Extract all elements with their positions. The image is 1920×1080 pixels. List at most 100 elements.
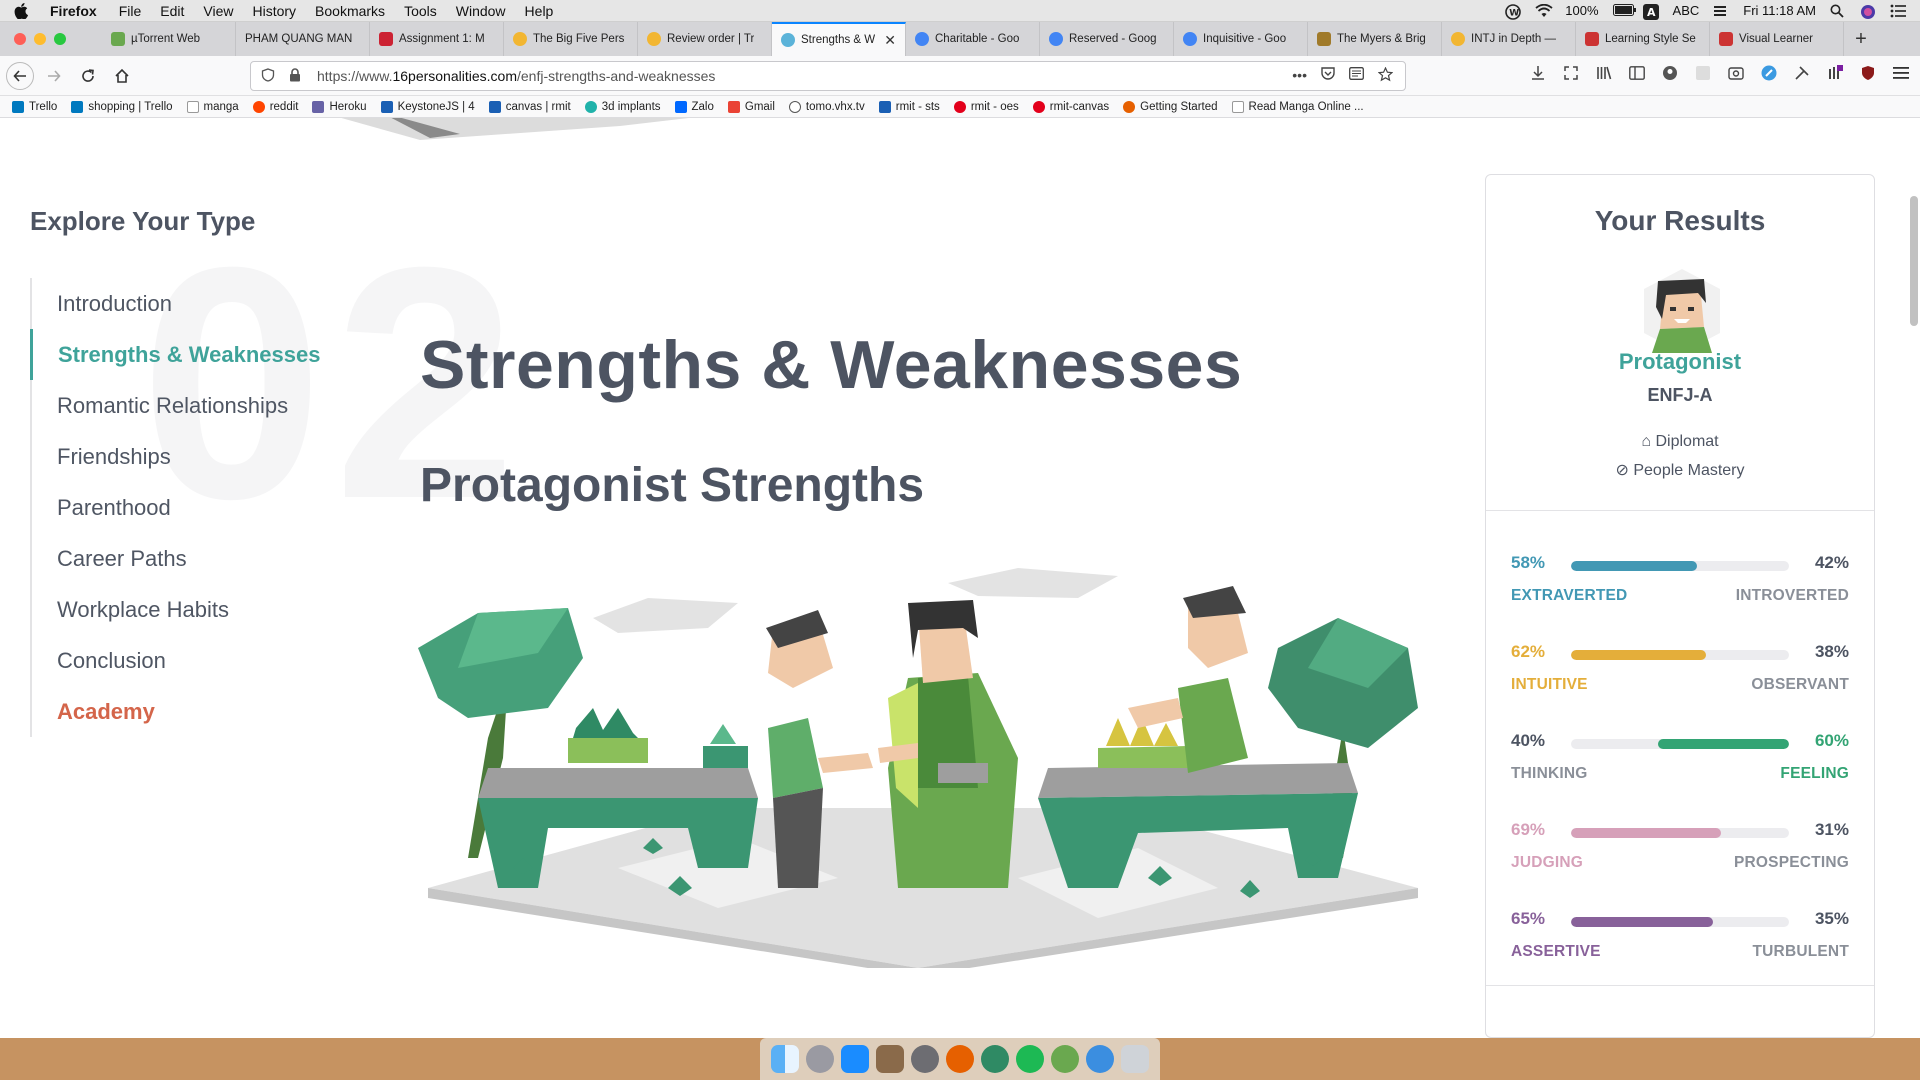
- screenshot-icon[interactable]: [1727, 64, 1745, 82]
- reload-button[interactable]: [74, 62, 102, 90]
- menu-help[interactable]: Help: [525, 3, 554, 19]
- tab-charitable[interactable]: Charitable - Goo: [906, 22, 1040, 56]
- minimize-window-button[interactable]: [34, 33, 46, 45]
- sidebar-item-conclusion[interactable]: Conclusion: [32, 635, 320, 686]
- sidebar-item-romantic-relationships[interactable]: Romantic Relationships: [32, 380, 320, 431]
- menu-view[interactable]: View: [203, 3, 233, 19]
- bookmark-tomo[interactable]: tomo.vhx.tv: [788, 100, 865, 113]
- sidebar-item-strengths-weaknesses[interactable]: Strengths & Weaknesses: [30, 329, 320, 380]
- tab-review-order[interactable]: Review order | Tr: [638, 22, 772, 56]
- tab-assignment[interactable]: Assignment 1: M: [370, 22, 504, 56]
- vpn-icon[interactable]: [1085, 1045, 1114, 1073]
- menu-history[interactable]: History: [252, 3, 296, 19]
- bookmark-rmit-oes[interactable]: rmit - oes: [953, 100, 1019, 113]
- close-window-button[interactable]: [14, 33, 26, 45]
- page-actions-icon[interactable]: •••: [1292, 67, 1307, 85]
- pocket-icon[interactable]: [1321, 67, 1335, 85]
- hamburger-menu-icon[interactable]: [1892, 64, 1910, 82]
- apple-menu-icon[interactable]: [14, 2, 30, 20]
- sidebar-item-parenthood[interactable]: Parenthood: [32, 482, 320, 533]
- bar-extension-icon[interactable]: [1826, 64, 1844, 82]
- downloads-icon[interactable]: [1529, 64, 1547, 82]
- menu-window[interactable]: Window: [456, 3, 506, 19]
- menu-file[interactable]: File: [119, 3, 142, 19]
- control-icon[interactable]: [1713, 4, 1729, 18]
- menu-app-name[interactable]: Firefox: [50, 3, 97, 19]
- extension-grey-icon[interactable]: [1694, 64, 1712, 82]
- wordpress-icon[interactable]: W: [1505, 3, 1522, 20]
- tab-utorrent[interactable]: µTorrent Web: [102, 22, 236, 56]
- notification-center-icon[interactable]: [1890, 4, 1906, 18]
- fullscreen-icon[interactable]: [1562, 64, 1580, 82]
- sidebar-item-workplace-habits[interactable]: Workplace Habits: [32, 584, 320, 635]
- bookmark-reddit[interactable]: reddit: [252, 100, 298, 113]
- back-button[interactable]: [6, 61, 34, 90]
- battery-icon[interactable]: [1612, 3, 1636, 18]
- menu-tools[interactable]: Tools: [404, 3, 437, 19]
- launchpad-icon[interactable]: [806, 1045, 835, 1073]
- clock[interactable]: Fri 11:18 AM: [1743, 3, 1816, 18]
- bookmark-keystonejs[interactable]: KeystoneJS | 4: [380, 100, 475, 113]
- ublock-icon[interactable]: [1859, 64, 1877, 82]
- account-icon[interactable]: [1661, 64, 1679, 82]
- bookmark-manga[interactable]: manga: [186, 100, 239, 113]
- tab-myers-briggs[interactable]: The Myers & Brig: [1308, 22, 1442, 56]
- sidebar-item-academy[interactable]: Academy: [32, 686, 320, 737]
- tab-visual-learner[interactable]: Visual Learner: [1710, 22, 1844, 56]
- finder-icon[interactable]: [771, 1045, 800, 1073]
- wifi-icon[interactable]: [1535, 3, 1553, 18]
- bookmark-rmit-canvas[interactable]: rmit-canvas: [1032, 100, 1109, 113]
- music-tools-icon[interactable]: [876, 1045, 905, 1073]
- tracking-shield-icon[interactable]: [261, 67, 279, 85]
- tab-intj[interactable]: INTJ in Depth —: [1442, 22, 1576, 56]
- bookmark-3d-implants[interactable]: 3d implants: [584, 100, 661, 113]
- bookmark-trello[interactable]: Trello: [12, 100, 57, 113]
- system-preferences-icon[interactable]: [911, 1045, 940, 1073]
- tools-extension-icon[interactable]: [1793, 64, 1811, 82]
- app-icon[interactable]: [980, 1045, 1009, 1073]
- sidebar-item-friendships[interactable]: Friendships: [32, 431, 320, 482]
- menu-bookmarks[interactable]: Bookmarks: [315, 3, 385, 19]
- tab-learning-style[interactable]: Learning Style Se: [1576, 22, 1710, 56]
- spotify-icon[interactable]: [1015, 1045, 1044, 1073]
- reader-view-icon[interactable]: [1349, 67, 1364, 85]
- forward-button[interactable]: [40, 62, 68, 90]
- bookmark-getting-started[interactable]: Getting Started: [1123, 100, 1218, 113]
- trash-icon[interactable]: [1120, 1045, 1149, 1073]
- tab-big-five[interactable]: The Big Five Pers: [504, 22, 638, 56]
- bookmark-star-icon[interactable]: [1377, 66, 1394, 85]
- url-bar[interactable]: https://www. 16personalities.com/enfj-str…: [250, 61, 1406, 91]
- spotlight-search-icon[interactable]: [1830, 4, 1846, 18]
- tab-strengths-weaknesses[interactable]: Strengths & W ✕: [772, 22, 906, 56]
- firefox-dock-icon[interactable]: [945, 1045, 974, 1073]
- personality-type-name[interactable]: Protagonist: [1486, 349, 1874, 375]
- menu-edit[interactable]: Edit: [160, 3, 184, 19]
- tab-inquisitive[interactable]: Inquisitive - Goo: [1174, 22, 1308, 56]
- utorrent-icon[interactable]: [1050, 1045, 1079, 1073]
- bookmark-rmit-sts[interactable]: rmit - sts: [878, 100, 940, 113]
- extension-blue-icon[interactable]: [1760, 64, 1778, 82]
- bookmark-gmail[interactable]: Gmail: [727, 100, 775, 113]
- zoom-window-button[interactable]: [54, 33, 66, 45]
- sidebar-toggle-icon[interactable]: [1628, 64, 1646, 82]
- home-button[interactable]: [108, 62, 136, 90]
- bookmark-shopping-trello[interactable]: shopping | Trello: [71, 100, 173, 113]
- sidebar-item-career-paths[interactable]: Career Paths: [32, 533, 320, 584]
- trait-row-mind: 62% 38% INTUITIVE OBSERVANT: [1511, 642, 1849, 702]
- page-scrollbar[interactable]: [1910, 196, 1918, 326]
- input-source-icon[interactable]: A: [1642, 3, 1659, 20]
- new-tab-button[interactable]: +: [1844, 28, 1878, 51]
- sidebar-item-introduction[interactable]: Introduction: [32, 278, 320, 329]
- bookmark-heroku[interactable]: Heroku: [312, 100, 367, 113]
- bookmark-canvas-rmit[interactable]: canvas | rmit: [488, 100, 571, 113]
- app-store-icon[interactable]: [841, 1045, 870, 1073]
- library-icon[interactable]: [1595, 64, 1613, 82]
- tab-pham-quang-man[interactable]: PHAM QUANG MAN: [236, 22, 370, 56]
- lock-icon[interactable]: [289, 67, 307, 85]
- bookmark-read-manga[interactable]: Read Manga Online ...: [1231, 100, 1364, 113]
- close-tab-icon[interactable]: ✕: [884, 32, 896, 49]
- siri-icon[interactable]: [1860, 4, 1876, 19]
- bookmark-zalo[interactable]: Zalo: [674, 100, 714, 113]
- tab-label: INTJ in Depth —: [1471, 33, 1556, 45]
- tab-reserved[interactable]: Reserved - Goog: [1040, 22, 1174, 56]
